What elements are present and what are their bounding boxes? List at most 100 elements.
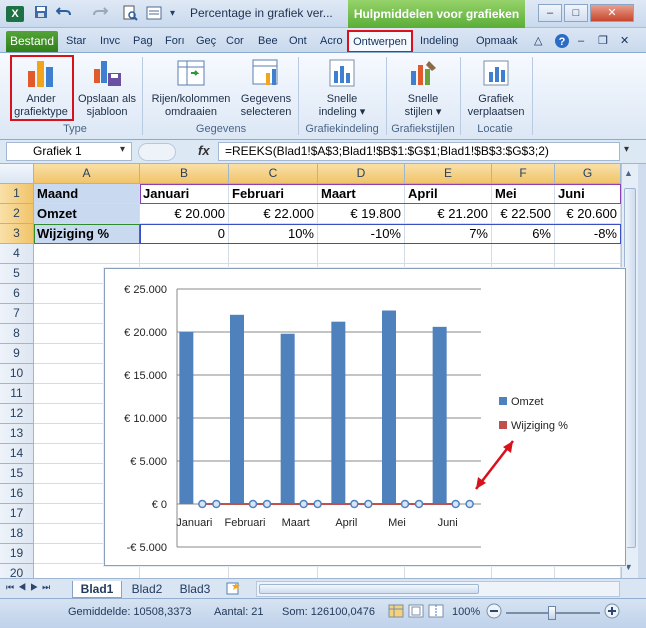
cell-e2[interactable]: € 21.200 xyxy=(405,204,492,224)
cell-a2[interactable]: Omzet xyxy=(34,204,140,224)
column-header-a[interactable]: A xyxy=(34,164,140,184)
save-icon[interactable] xyxy=(34,5,48,23)
zoom-in-icon[interactable] xyxy=(604,603,620,622)
collapse-ribbon-icon[interactable]: △ xyxy=(534,31,546,52)
row-header[interactable]: 2 xyxy=(0,204,34,224)
undo-icon[interactable] xyxy=(55,5,72,23)
row-header[interactable]: 20 xyxy=(0,564,34,578)
row-header[interactable]: 11 xyxy=(0,384,34,404)
sheet-tab-blad1[interactable]: Blad1 xyxy=(72,581,122,598)
formula-bar-resize-handle[interactable] xyxy=(138,143,176,161)
row-header[interactable]: 4 xyxy=(0,244,34,264)
row-header[interactable]: 5 xyxy=(0,264,34,284)
empty-cell[interactable] xyxy=(140,244,229,264)
scroll-up-icon[interactable]: ▲ xyxy=(624,168,633,178)
empty-cell[interactable] xyxy=(229,244,318,264)
insert-function-icon[interactable]: fx xyxy=(198,143,210,158)
tab-file[interactable]: Bestand xyxy=(6,31,58,52)
empty-cell[interactable] xyxy=(405,244,492,264)
row-header[interactable]: 7 xyxy=(0,304,34,324)
row-header[interactable]: 16 xyxy=(0,484,34,504)
sheet-tab-blad3[interactable]: Blad3 xyxy=(172,581,218,598)
cell-f2[interactable]: € 22.500 xyxy=(492,204,555,224)
expand-formula-icon[interactable]: ▾ xyxy=(624,144,629,155)
tab-design[interactable]: Ontwerpen xyxy=(347,30,413,53)
row-header[interactable]: 17 xyxy=(0,504,34,524)
tab-layout[interactable]: Indeling xyxy=(420,31,468,52)
row-header[interactable]: 13 xyxy=(0,424,34,444)
column-header-b[interactable]: B xyxy=(140,164,229,184)
horizontal-scrollbar[interactable] xyxy=(256,581,620,597)
formula-input[interactable]: =REEKS(Blad1!$A$3;Blad1!$B$1:$G$1;Blad1!… xyxy=(218,142,620,161)
column-header-e[interactable]: E xyxy=(405,164,492,184)
cell-b2[interactable]: € 20.000 xyxy=(140,204,229,224)
row-header[interactable]: 14 xyxy=(0,444,34,464)
tab-page-layout[interactable]: Pag xyxy=(133,31,159,52)
tab-review[interactable]: Cor xyxy=(226,31,250,52)
tab-data[interactable]: Geç xyxy=(196,31,218,52)
select-all-corner[interactable] xyxy=(0,164,34,184)
row-header[interactable]: 8 xyxy=(0,324,34,344)
empty-cell[interactable] xyxy=(492,244,555,264)
row-header[interactable]: 15 xyxy=(0,464,34,484)
zoom-level[interactable]: 100% xyxy=(452,606,480,618)
doc-minimize-icon[interactable]: – xyxy=(578,31,592,52)
insert-sheet-icon[interactable] xyxy=(222,581,246,598)
cell-g2[interactable]: € 20.600 xyxy=(555,204,621,224)
customize-toolbar-icon[interactable]: ▾ xyxy=(170,5,175,23)
select-data-button[interactable]: Gegevens selecteren xyxy=(238,57,294,119)
row-header[interactable]: 18 xyxy=(0,524,34,544)
column-header-g[interactable]: G xyxy=(555,164,621,184)
cell-d2[interactable]: € 19.800 xyxy=(318,204,405,224)
row-header[interactable]: 19 xyxy=(0,544,34,564)
row-header[interactable]: 1 xyxy=(0,184,34,204)
print-preview-icon[interactable] xyxy=(122,5,138,23)
empty-cell[interactable] xyxy=(555,244,621,264)
row-header[interactable]: 12 xyxy=(0,404,34,424)
empty-cell[interactable] xyxy=(318,244,405,264)
sheet-tab-blad2[interactable]: Blad2 xyxy=(124,581,170,598)
maximize-button[interactable]: □ xyxy=(564,4,588,22)
tab-insert[interactable]: Invc xyxy=(100,31,126,52)
row-header[interactable]: 9 xyxy=(0,344,34,364)
column-header-f[interactable]: F xyxy=(492,164,555,184)
move-chart-button[interactable]: Grafiek verplaatsen xyxy=(464,57,528,119)
save-as-template-button[interactable]: Opslaan als sjabloon xyxy=(76,57,138,119)
tab-acrobat[interactable]: Acro xyxy=(320,31,344,52)
row-header[interactable]: 3 xyxy=(0,224,34,244)
quick-styles-button[interactable]: Snelle stijlen ▾ xyxy=(390,57,456,119)
cell-a1[interactable]: Maand xyxy=(34,184,140,204)
page-break-view-icon[interactable] xyxy=(428,604,444,621)
row-header[interactable]: 6 xyxy=(0,284,34,304)
switch-row-column-button[interactable]: Rijen/kolommen omdraaien xyxy=(146,57,236,119)
quick-layout-button[interactable]: Snelle indeling ▾ xyxy=(304,57,380,119)
bar-omzet xyxy=(331,321,346,504)
doc-restore-icon[interactable]: ❐ xyxy=(598,31,612,52)
cell-c2[interactable]: € 22.000 xyxy=(229,204,318,224)
tab-view[interactable]: Bee xyxy=(258,31,282,52)
tab-developer[interactable]: Ont xyxy=(289,31,313,52)
tab-format[interactable]: Opmaak xyxy=(476,31,522,52)
chart-object[interactable]: € 25.000 € 20.000 € 15.000 € 10.000 € 5.000 €… xyxy=(104,268,626,566)
horizontal-scroll-thumb[interactable] xyxy=(259,584,479,594)
name-box[interactable]: Grafiek 1 xyxy=(6,142,132,161)
column-header-d[interactable]: D xyxy=(318,164,405,184)
redo-icon[interactable] xyxy=(92,5,109,23)
tab-formulas[interactable]: Forı xyxy=(165,31,189,52)
page-layout-view-icon[interactable] xyxy=(408,604,424,621)
tab-start[interactable]: Star xyxy=(66,31,92,52)
minimize-button[interactable]: – xyxy=(538,4,562,22)
row-header[interactable]: 10 xyxy=(0,364,34,384)
doc-close-icon[interactable]: ✕ xyxy=(620,31,634,52)
close-button[interactable]: ✕ xyxy=(590,4,634,22)
column-header-c[interactable]: C xyxy=(229,164,318,184)
empty-cell[interactable] xyxy=(34,244,140,264)
zoom-slider-thumb[interactable] xyxy=(548,606,556,620)
form-icon[interactable] xyxy=(146,5,162,23)
help-icon[interactable]: ? xyxy=(554,31,572,52)
excel-app-icon[interactable]: X xyxy=(6,6,24,22)
name-box-dropdown-icon[interactable]: ▾ xyxy=(120,144,125,155)
sheet-nav-arrows-icon[interactable]: ⏮◀▶⏭ xyxy=(6,582,54,593)
normal-view-icon[interactable] xyxy=(388,604,404,621)
zoom-out-icon[interactable] xyxy=(486,603,502,622)
